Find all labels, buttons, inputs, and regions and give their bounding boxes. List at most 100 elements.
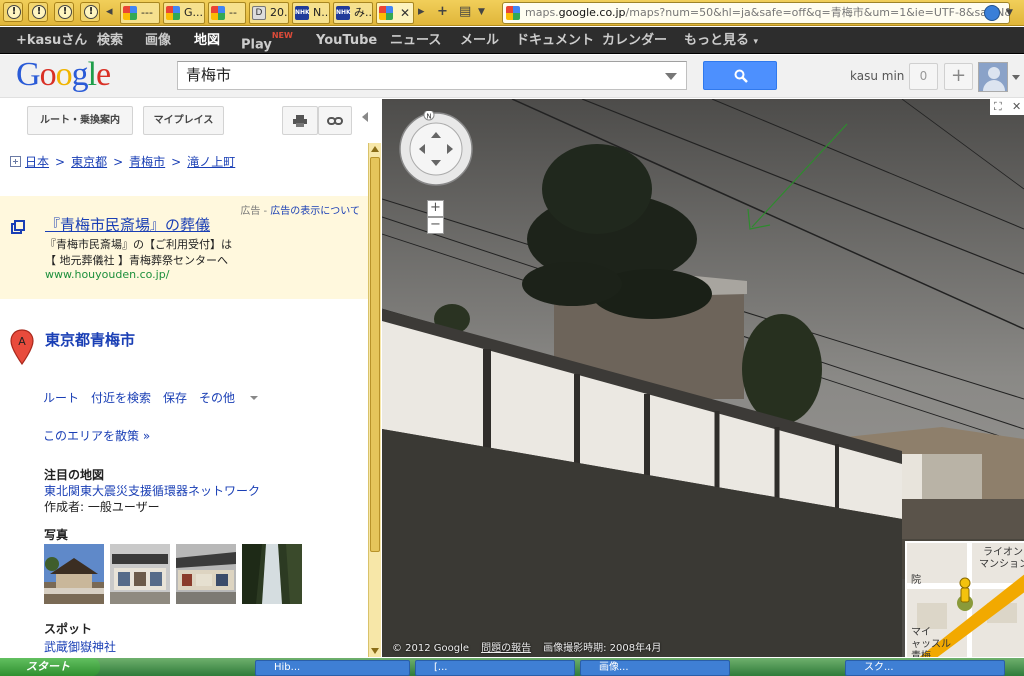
taskbar-item[interactable]: [...: [415, 660, 575, 676]
google-nav-bar: +kasuさん 検索 画像 地図 PlayNEW YouTube ニュース メー…: [0, 27, 1024, 54]
report-problem-link[interactable]: 問題の報告: [481, 643, 531, 654]
spot-link[interactable]: 武蔵御嶽神社: [44, 638, 116, 655]
user-name[interactable]: kasu min: [850, 69, 904, 83]
side-panel: ルート・乗換案内 マイプレイス 日本 > 東京都 > 青梅市 > 滝ノ上町 広告 - 広告の…: [0, 99, 368, 657]
ad-text: 【 地元葬儀社 】青梅葬祭センターへ: [45, 254, 228, 267]
gbar-mail[interactable]: メール: [460, 27, 499, 54]
new-tab-button[interactable]: +: [437, 4, 448, 19]
gbar-docs[interactable]: ドキュメント: [516, 27, 594, 54]
collapse-panel-icon[interactable]: [362, 112, 368, 122]
ad-about-link[interactable]: 広告の表示について: [270, 206, 360, 217]
scroll-thumb[interactable]: [370, 157, 380, 552]
url-dropdown-icon[interactable]: ▼: [1006, 8, 1013, 18]
share-button[interactable]: +: [944, 63, 973, 90]
browser-tab[interactable]: D20...: [249, 2, 289, 24]
warning-icon: !: [7, 5, 21, 19]
photo-storefront[interactable]: [110, 544, 170, 604]
gbar-calendar[interactable]: カレンダー: [602, 27, 667, 54]
breadcrumb-takinoue[interactable]: 滝ノ上町: [187, 155, 235, 169]
warning-tab[interactable]: !: [3, 2, 23, 22]
featured-maps-title: 注目の地図: [44, 468, 105, 482]
gbar-images[interactable]: 画像: [145, 27, 171, 54]
gbar-search[interactable]: 検索: [97, 27, 123, 54]
browser-tab[interactable]: G...: [163, 2, 205, 24]
close-icon[interactable]: ✕: [1012, 100, 1021, 113]
tab-dropdown-icon[interactable]: ▼: [478, 7, 485, 17]
search-icon: [734, 69, 748, 83]
account-menu-icon[interactable]: [1012, 75, 1020, 80]
warning-icon: !: [58, 5, 72, 19]
photo-shrine[interactable]: [44, 544, 104, 604]
taskbar-item[interactable]: Hib...: [255, 660, 410, 676]
expand-icon[interactable]: [10, 156, 21, 167]
tab-scroll-left-icon[interactable]: ◂: [106, 4, 113, 19]
fullscreen-icon[interactable]: ⛶: [994, 100, 1002, 114]
ad-title-link[interactable]: 『青梅市民斎場』の葬儀: [45, 214, 210, 235]
myplaces-button[interactable]: マイプレイス: [143, 106, 224, 135]
explore-area-link[interactable]: このエリアを散策 »: [43, 427, 150, 444]
panel-scrollbar[interactable]: [368, 143, 381, 657]
action-nearby[interactable]: 付近を検索: [91, 391, 151, 405]
photos-title: 写真: [44, 528, 69, 542]
zoom-out-button[interactable]: −: [427, 217, 444, 234]
browser-tab-bar: ! ! ! ! ◂ --- G... -- D20... NHKN... NHK…: [0, 0, 1024, 26]
place-title[interactable]: 東京都青梅市: [45, 329, 135, 350]
browser-tab[interactable]: NHKみ...: [333, 2, 373, 24]
notification-count[interactable]: 0: [909, 63, 938, 90]
warning-tab[interactable]: !: [28, 2, 48, 22]
browser-tab[interactable]: ---: [120, 2, 160, 24]
action-save[interactable]: 保存: [163, 391, 187, 405]
gbar-maps[interactable]: 地図: [194, 27, 220, 54]
breadcrumb-tokyo[interactable]: 東京都: [71, 155, 107, 169]
google-icon: [166, 6, 180, 20]
action-route[interactable]: ルート: [43, 391, 79, 405]
scroll-up-icon[interactable]: [371, 146, 379, 152]
featured-map-link[interactable]: 東北関東大震災支援循環器ネットワーク: [44, 482, 260, 499]
browser-tab[interactable]: --: [208, 2, 246, 24]
compass-icon[interactable]: N: [398, 109, 474, 187]
ad-url[interactable]: www.houyouden.co.jp/: [45, 268, 169, 281]
breadcrumb-ome[interactable]: 青梅市: [129, 155, 165, 169]
scroll-down-icon[interactable]: [371, 648, 379, 654]
gbar-play[interactable]: PlayNEW: [241, 27, 293, 58]
document-icon: D: [252, 6, 266, 20]
globe-icon[interactable]: [984, 5, 1000, 21]
search-button[interactable]: [703, 61, 777, 90]
taskbar-item[interactable]: スク...: [845, 660, 1005, 676]
gbar-youtube[interactable]: YouTube: [316, 27, 377, 54]
tab-list-icon[interactable]: ▤: [459, 4, 471, 19]
warning-icon: !: [84, 5, 98, 19]
gbar-more[interactable]: もっと見る ▾: [684, 27, 758, 56]
street-view[interactable]: N + − ⛶ ✕ © 2012 Google 問題の報告 画像撮影時期: 2008…: [382, 99, 1024, 657]
warning-tab[interactable]: !: [80, 2, 100, 22]
pan-control[interactable]: N: [398, 109, 474, 187]
tab-scroll-right-icon[interactable]: ▸: [418, 4, 425, 19]
gbar-user[interactable]: +kasuさん: [16, 27, 87, 54]
avatar[interactable]: [978, 62, 1008, 92]
ad-text: 『青梅市民斎場』の【ご利用受付】は: [45, 238, 232, 251]
marker-a-icon[interactable]: A: [10, 329, 34, 365]
start-button[interactable]: スタート: [0, 658, 100, 676]
link-button[interactable]: [318, 106, 352, 135]
mini-map[interactable]: ライオン マンション 院 マイ ャッスル 青梅: [905, 541, 1024, 657]
zoom-in-button[interactable]: +: [427, 200, 444, 217]
link-icon: [327, 117, 343, 125]
photo-shop[interactable]: [176, 544, 236, 604]
search-dropdown-icon[interactable]: [665, 73, 677, 80]
route-button[interactable]: ルート・乗換案内: [27, 106, 133, 135]
photo-waterfall[interactable]: [242, 544, 302, 604]
ad-external-icon: [11, 220, 25, 234]
search-input[interactable]: 青梅市: [177, 61, 687, 90]
close-tab-icon[interactable]: ✕: [400, 3, 410, 23]
breadcrumb: 日本 > 東京都 > 青梅市 > 滝ノ上町: [10, 153, 235, 170]
taskbar-item[interactable]: 画像...: [580, 660, 730, 676]
browser-tab-active[interactable]: ✕: [376, 2, 414, 24]
breadcrumb-japan[interactable]: 日本: [25, 155, 49, 169]
print-button[interactable]: [282, 106, 318, 135]
action-more[interactable]: その他: [199, 391, 259, 405]
google-logo[interactable]: Google: [16, 56, 111, 94]
url-bar[interactable]: maps.google.co.jp/maps?num=50&hl=ja&safe…: [502, 2, 1010, 24]
browser-tab[interactable]: NHK N...: [292, 2, 330, 24]
warning-tab[interactable]: !: [54, 2, 74, 22]
gbar-news[interactable]: ニュース: [390, 27, 441, 54]
